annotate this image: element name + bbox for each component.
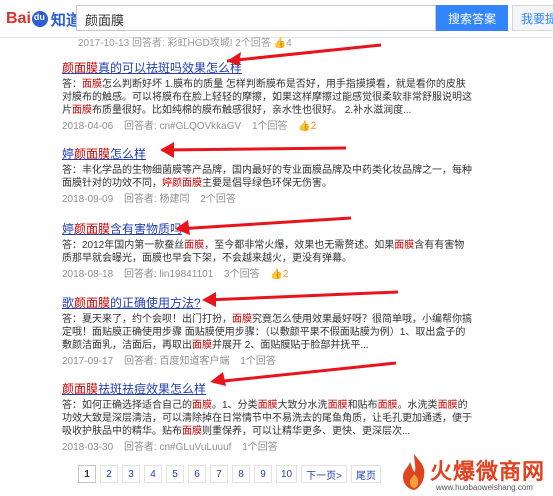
meta-answerer[interactable]: 回答者: cn#GLQOVkkaGV bbox=[124, 121, 241, 132]
page-4[interactable]: 4 bbox=[144, 465, 162, 483]
snippet-keyword: 面膜 bbox=[257, 400, 278, 411]
snippet-keyword: 面膜 bbox=[192, 400, 212, 411]
snippet-text: 并展开 2、面贴膜贴于脸部并抚平... bbox=[212, 340, 369, 351]
snippet-text: 则重保养，可以让精华更多、更快、更深层次... bbox=[202, 426, 411, 437]
snippet-keyword: 面膜 bbox=[184, 240, 205, 251]
result-item: 颜面膜祛斑祛痘效果怎么样 答：如何正确选择适合自己的面膜。1、分类面膜大致分水洗… bbox=[62, 381, 472, 455]
watermark-text: 火爆微商网 bbox=[430, 459, 546, 484]
meta-answerer[interactable]: 回答者: 杨建同 bbox=[124, 194, 190, 205]
ask-question-button[interactable]: 我要提问 bbox=[512, 5, 553, 31]
snippet-keyword: 面膜 bbox=[192, 340, 212, 351]
paw-icon bbox=[31, 11, 48, 27]
result-snippet: 答：2012年国内第一款蚕丝面膜，至今都非常火爆，效果也无需赘述。如果面膜含有有… bbox=[62, 239, 472, 265]
page-2[interactable]: 2 bbox=[100, 465, 118, 483]
baidu-zhidao-logo[interactable]: Bai 知道 bbox=[6, 8, 81, 30]
watermark: 火爆微商网 www.huobaoweishang.com bbox=[396, 452, 553, 496]
result-snippet: 答：如何正确选择适合自己的面膜。1、分类面膜大致分水洗面膜和贴布面膜。水洗类面膜… bbox=[62, 399, 472, 438]
snippet-keyword: 面膜 bbox=[182, 426, 202, 437]
result-title-link[interactable]: 歌颜面膜的正确使用方法? bbox=[62, 295, 201, 311]
result-meta: 2018-04-06 回答者: cn#GLQOVkkaGV 1个回答 👍2 bbox=[62, 120, 472, 134]
flame-icon bbox=[403, 454, 425, 490]
result-title-link[interactable]: 颜面膜祛斑祛痘效果怎么样 bbox=[62, 381, 206, 397]
page-7[interactable]: 7 bbox=[210, 465, 228, 483]
snippet-keyword: 面膜 bbox=[437, 400, 458, 411]
snippet-text: 。水洗类 bbox=[397, 400, 438, 411]
page-6[interactable]: 6 bbox=[188, 465, 206, 483]
meta-date: 2017-09-17 bbox=[62, 356, 114, 367]
snippet-keyword: 面膜 bbox=[232, 314, 252, 325]
logo-bai-text: Bai bbox=[6, 10, 31, 27]
snippet-text: 答：如何正确选择适合自己的 bbox=[62, 400, 192, 411]
snippet-text: 主要是倡导绿色环保无伤害。 bbox=[202, 178, 332, 189]
page-10[interactable]: 10 bbox=[276, 465, 298, 483]
snippet-keyword: 面膜 bbox=[327, 400, 348, 411]
meta-answerer[interactable]: 回答者: cn#GLuVuLuuuf bbox=[124, 442, 231, 453]
page-3[interactable]: 3 bbox=[122, 465, 140, 483]
watermark-url: www.huobaoweishang.com bbox=[436, 483, 533, 492]
snippet-keyword: 婷颜面膜 bbox=[162, 178, 202, 189]
page-5[interactable]: 5 bbox=[166, 465, 184, 483]
meta-date: 2018-04-06 bbox=[62, 121, 114, 132]
result-snippet: 答：面膜怎么判断好坏 1.膜布的质量 怎样判断膜布是否好，用手指摸摸看，就是看你… bbox=[62, 78, 472, 117]
snippet-text: 。1、分类 bbox=[212, 400, 258, 411]
meta-answer-count[interactable]: 1个回答 bbox=[242, 442, 278, 453]
meta-answer-count[interactable]: 1个回答 bbox=[252, 121, 288, 132]
arrow-icon bbox=[175, 216, 352, 235]
result-title-link[interactable]: 婷颜面膜怎么样 bbox=[62, 146, 146, 162]
arrow-icon bbox=[160, 142, 347, 158]
meta-answerer[interactable]: 回答者: lin19841101 bbox=[124, 269, 213, 280]
result-meta: 2018-09-09 回答者: 杨建同 2个回答 bbox=[62, 193, 472, 207]
search-answer-button[interactable]: 搜索答案 bbox=[436, 5, 508, 31]
snippet-keyword: 面膜 bbox=[377, 400, 398, 411]
thumbs-up-icon[interactable]: 👍2 bbox=[298, 121, 324, 132]
snippet-text: 布质量很好。比如纯棉的膜布触感很好，亲水性也很好。 2.补水滋润度... bbox=[92, 105, 412, 116]
search-input[interactable]: 颜面膜 bbox=[76, 5, 436, 31]
page-9[interactable]: 9 bbox=[254, 465, 272, 483]
page-8[interactable]: 8 bbox=[232, 465, 250, 483]
result-snippet: 答：夏天来了，约个会呗！出门打扮，面膜究竟怎么使用效果最好呀？很简单哦，小编帮你… bbox=[62, 313, 472, 352]
snippet-text: ，至今都非常火爆，效果也无需赘述。如果 bbox=[204, 240, 395, 251]
meta-date: 2018-09-09 bbox=[62, 194, 114, 205]
meta-date: 2017-10-13 bbox=[78, 38, 130, 49]
page-1: 1 bbox=[78, 465, 96, 483]
snippet-keyword: 面膜 bbox=[72, 105, 92, 116]
thumbs-up-icon[interactable]: 👍2 bbox=[270, 269, 296, 280]
next-page-button[interactable]: 下一页> bbox=[301, 465, 347, 483]
snippet-text: 和贴布 bbox=[347, 400, 378, 411]
result-meta: 2018-08-18 回答者: lin19841101 3个回答 👍2 bbox=[62, 268, 472, 282]
arrow-icon bbox=[210, 361, 397, 386]
meta-answer-count[interactable]: 3个回答 bbox=[224, 269, 260, 280]
snippet-keyword: 面膜 bbox=[394, 240, 415, 251]
meta-date: 2018-03-30 bbox=[62, 442, 114, 453]
snippet-text: 答：夏天来了，约个会呗！出门打扮， bbox=[62, 314, 232, 325]
result-snippet: 答：丰化学品的生物细菌膜等产品牌，国内最好的专业面膜品牌及中药类化妆品牌之一，每… bbox=[62, 164, 472, 190]
snippet-text: 大致分水洗 bbox=[277, 400, 328, 411]
arrow-icon bbox=[226, 43, 382, 66]
snippet-keyword: 面膜 bbox=[82, 79, 102, 90]
pagination: 1 2 3 4 5 6 7 8 9 10 下一页> 尾页 bbox=[78, 465, 381, 483]
arrow-icon bbox=[202, 290, 399, 307]
meta-answer-count[interactable]: 2个回答 bbox=[200, 194, 236, 205]
snippet-text: 答：2012年国内第一款蚕丝 bbox=[62, 240, 185, 251]
header: Bai 知道 颜面膜 搜索答案 我要提问 bbox=[0, 0, 553, 38]
last-page-button[interactable]: 尾页 bbox=[350, 465, 381, 483]
snippet-text: 答： bbox=[62, 79, 82, 90]
meta-date: 2018-08-18 bbox=[62, 269, 114, 280]
